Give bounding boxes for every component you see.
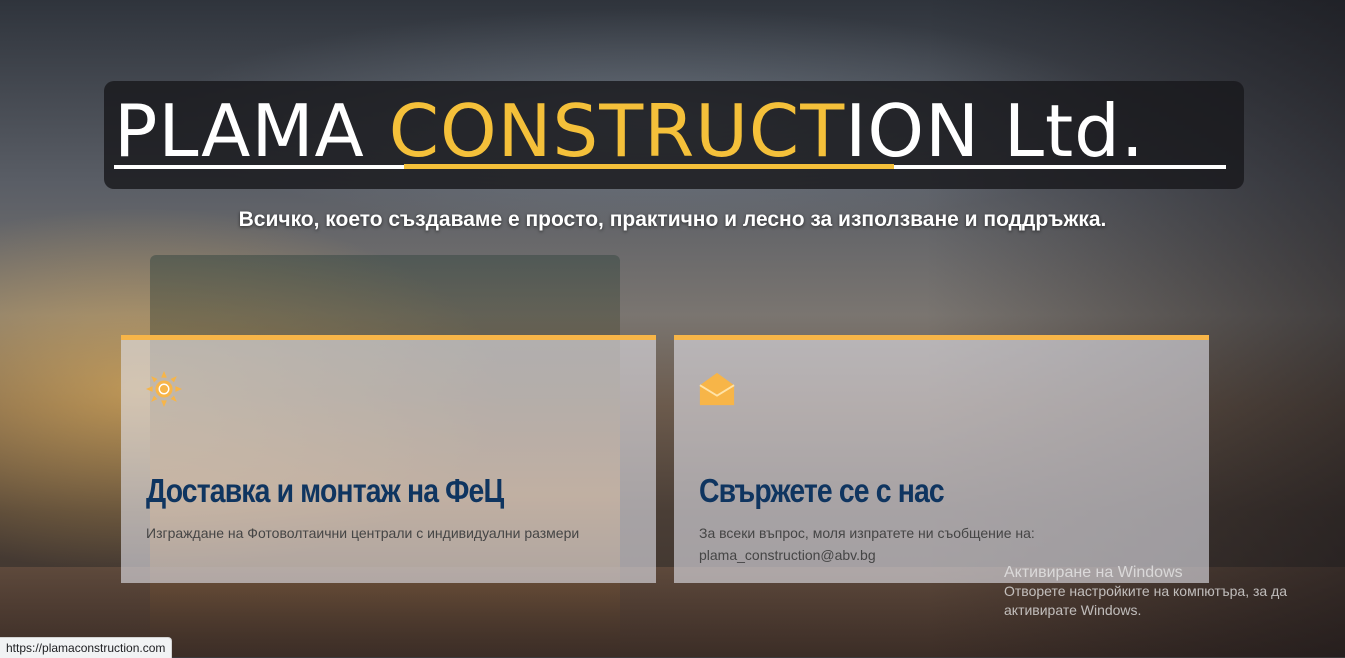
card-description: Изграждане на Фотоволтаични централи с и… — [146, 525, 580, 541]
envelope-icon — [699, 372, 735, 406]
card-title: Свържете се с нас — [699, 472, 945, 509]
logo-part-1: PLAMA — [114, 89, 389, 173]
card-description: За всеки въпрос, моля изпратете ни съобщ… — [699, 522, 1189, 566]
sun-icon — [145, 370, 183, 408]
link-status-bar: https://plamaconstruction.com — [0, 637, 173, 658]
hero-tagline: Всичко, което създаваме е просто, практи… — [238, 208, 1107, 231]
contact-card[interactable]: Свържете се с нас За всеки въпрос, моля … — [674, 335, 1209, 583]
logo-part-3: ION Ltd. — [845, 89, 1145, 173]
logo-underline-accent — [404, 164, 894, 169]
contact-text: За всеки въпрос, моля изпратете ни съобщ… — [699, 525, 1035, 541]
card-title: Доставка и монтаж на ФеЦ — [146, 472, 504, 509]
windows-activation-notice: Активиране на Windows Отворете настройки… — [1004, 563, 1324, 620]
site-logo[interactable]: PLAMA CONSTRUCTION Ltd. — [104, 81, 1244, 189]
logo-part-accent: CONSTRUCT — [388, 89, 846, 173]
activation-title: Активиране на Windows — [1004, 564, 1183, 581]
service-card-pv[interactable]: Доставка и монтаж на ФеЦ Изграждане на Ф… — [121, 335, 656, 583]
activation-text: Отворете настройките на компютъра, за да… — [1004, 583, 1288, 618]
